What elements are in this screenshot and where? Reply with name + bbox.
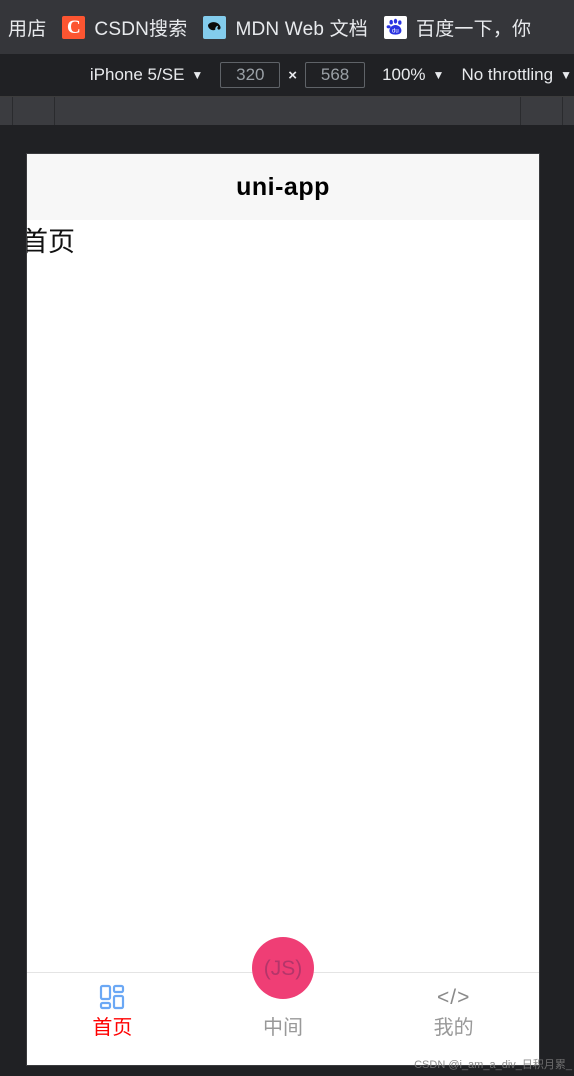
- bookmark-label: 用店: [8, 18, 47, 40]
- svg-text:du: du: [392, 28, 399, 34]
- chevron-down-icon: ▼: [560, 68, 572, 82]
- ruler-tick: [562, 97, 563, 125]
- bookmark-item-webstore[interactable]: 用店: [0, 9, 54, 45]
- device-selector-label: iPhone 5/SE: [89, 65, 185, 84]
- csdn-icon: C: [62, 15, 86, 39]
- js-circle-label: (JS): [263, 956, 303, 980]
- page-title: uni-app: [236, 172, 330, 201]
- content-heading: 首页: [26, 227, 75, 257]
- throttling-selector[interactable]: No throttling ▼: [461, 65, 572, 85]
- viewport-height-input[interactable]: [305, 62, 366, 88]
- zoom-selector-label: 100%: [382, 65, 426, 84]
- bookmark-item-csdn[interactable]: C CSDN搜索: [54, 9, 195, 45]
- viewport-width-input[interactable]: [220, 62, 281, 88]
- throttling-selector-label: No throttling: [461, 65, 554, 84]
- viewport-ruler: [0, 97, 574, 125]
- device-selector[interactable]: iPhone 5/SE ▼: [90, 65, 203, 85]
- baidu-icon: du: [384, 15, 408, 39]
- bookmark-item-mdn[interactable]: MDN Web 文档: [195, 9, 376, 45]
- dimension-separator: ×: [288, 66, 298, 84]
- tab-label-mine: 我的: [433, 1017, 474, 1039]
- tab-label-center: 中间: [263, 1017, 303, 1039]
- app-navbar: uni-app: [27, 154, 539, 220]
- tab-item-mine[interactable]: </> 我的: [368, 973, 539, 1039]
- browser-bookmarks-bar: 用店 C CSDN搜索 MDN Web 文档 du 百度一下，你: [0, 0, 574, 54]
- bookmark-item-baidu[interactable]: du 百度一下，你: [376, 9, 539, 45]
- device-emulation-toolbar: iPhone 5/SE ▼ × 100% ▼ No throttling ▼: [0, 54, 574, 97]
- app-content-area: 首页: [27, 220, 539, 972]
- ruler-tick: [12, 97, 13, 125]
- app-tabbar: 首页 (JS) 中间 </> 我的: [27, 937, 539, 1065]
- tab-item-home[interactable]: 首页: [27, 973, 198, 1038]
- tab-item-center[interactable]: (JS) 中间: [198, 937, 369, 1039]
- chevron-down-icon: ▼: [432, 68, 445, 82]
- mdn-icon: [203, 15, 227, 39]
- emulated-device-page: uni-app 首页 首页 (JS) 中间 </> 我的: [26, 153, 540, 1066]
- tab-label-home: 首页: [92, 1017, 133, 1039]
- ruler-tick: [54, 97, 55, 125]
- js-circle-icon[interactable]: (JS): [252, 937, 314, 999]
- code-icon: </>: [436, 985, 471, 1009]
- bookmark-label: 百度一下，你: [416, 18, 532, 40]
- grid-icon: [99, 983, 125, 1011]
- watermark-text: CSDN @i_am_a_div_日积月累_: [414, 1059, 572, 1071]
- bookmark-label: CSDN搜索: [94, 18, 188, 40]
- zoom-selector[interactable]: 100% ▼: [382, 65, 444, 85]
- ruler-tick: [520, 97, 521, 125]
- bookmark-label: MDN Web 文档: [235, 18, 369, 40]
- chevron-down-icon: ▼: [191, 68, 204, 82]
